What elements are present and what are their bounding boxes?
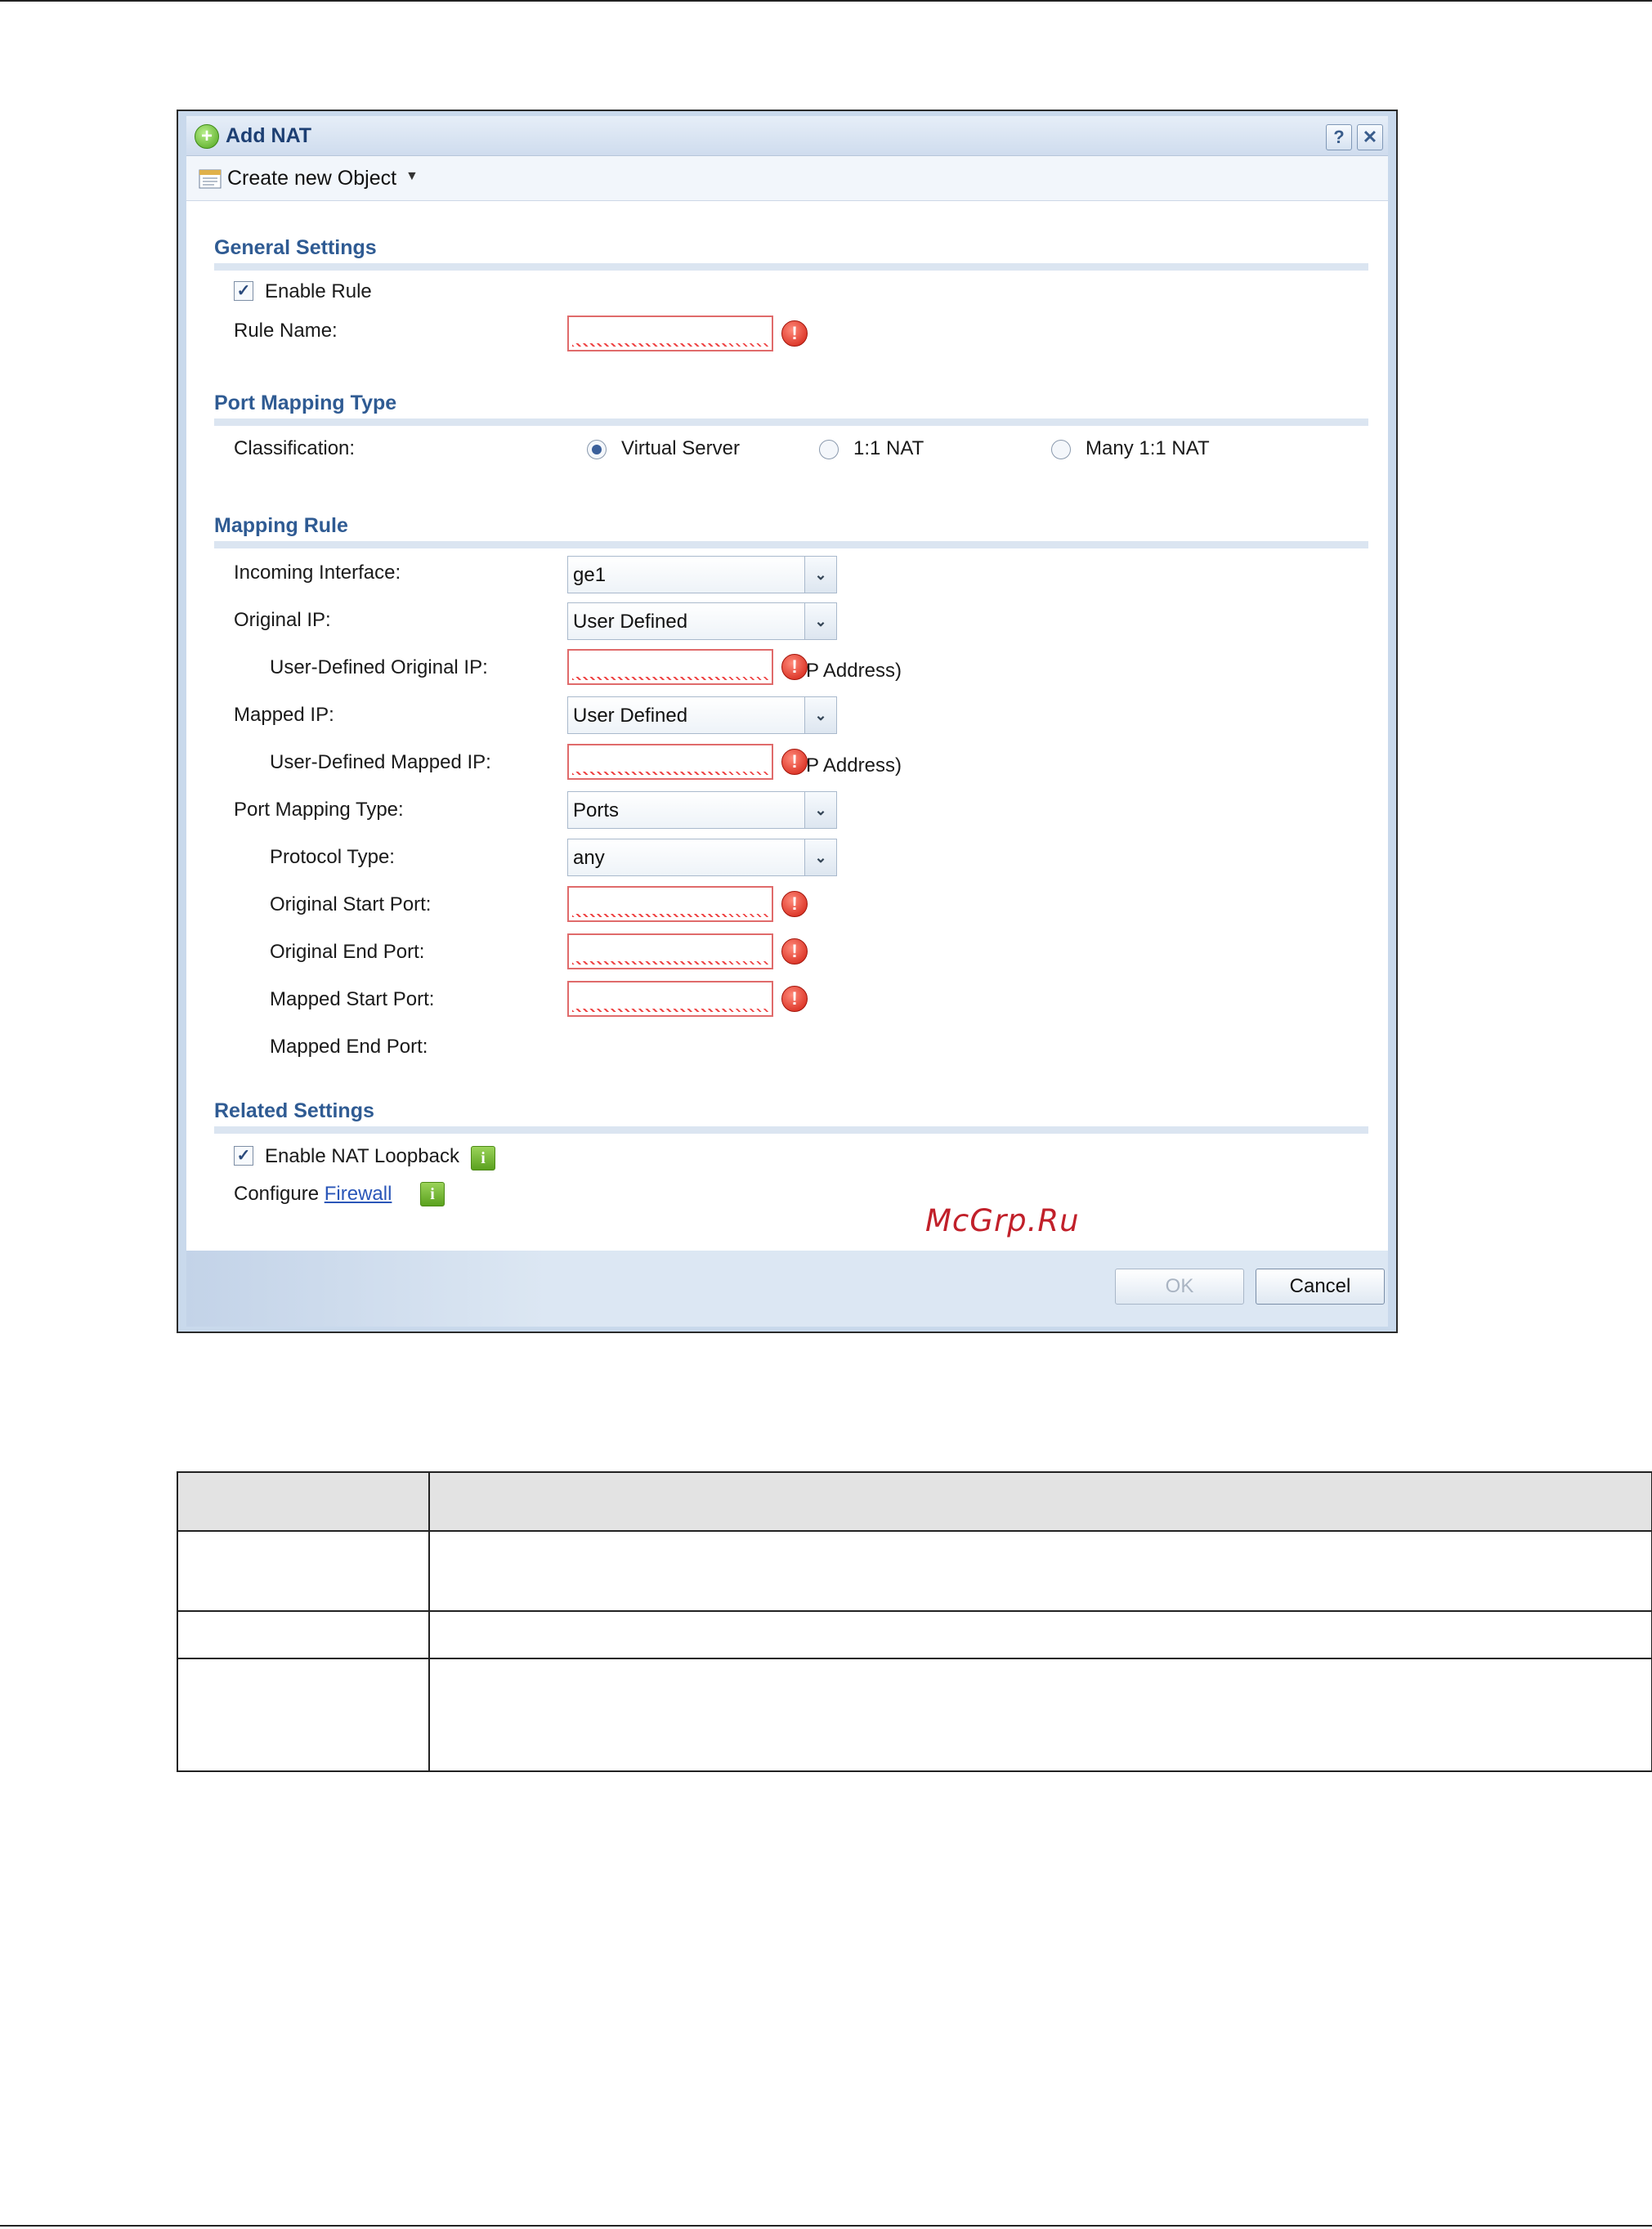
original-start-port-input[interactable] (567, 886, 773, 922)
incoming-interface-value: ge1 (573, 564, 607, 586)
rule-name-input[interactable] (567, 316, 773, 351)
table-cell (177, 1658, 430, 1772)
protocol-type-select[interactable]: any ⌄ (567, 839, 837, 876)
add-nat-dialog: + Add NAT ? ✕ Create new Object ▼ Genera… (177, 110, 1398, 1333)
incoming-interface-label: Incoming Interface: (234, 562, 401, 584)
radio-1-1-nat-label: 1:1 NAT (853, 437, 924, 459)
port-mapping-type-label: Port Mapping Type: (234, 799, 404, 821)
dialog-footer: OK Cancel (186, 1251, 1388, 1327)
chevron-down-icon[interactable]: ▼ (405, 169, 419, 184)
mapped-start-port-label: Mapped Start Port: (270, 988, 435, 1010)
original-ip-label: Original IP: (234, 609, 331, 631)
radio-1-1-nat[interactable] (819, 440, 839, 459)
dialog-titlebar: + Add NAT ? ✕ (186, 116, 1388, 156)
enable-nat-loopback-label: Enable NAT Loopback (265, 1145, 459, 1167)
section-divider (214, 418, 1368, 426)
original-end-port-input[interactable] (567, 933, 773, 969)
chevron-down-icon[interactable]: ⌄ (804, 792, 836, 828)
configure-label: Configure Firewall (234, 1182, 392, 1206)
description-table (177, 1471, 1652, 1772)
ok-button[interactable]: OK (1115, 1269, 1244, 1305)
watermark: McGrp.Ru (925, 1203, 1080, 1238)
help-icon[interactable]: ? (1326, 124, 1352, 150)
table-cell (428, 1658, 1652, 1772)
mapped-end-port-label: Mapped End Port: (270, 1036, 428, 1058)
chevron-down-icon[interactable]: ⌄ (804, 839, 836, 875)
user-defined-mapped-ip-label: User-Defined Mapped IP: (270, 751, 491, 773)
error-icon: ! (781, 654, 808, 680)
section-title-related: Related Settings (214, 1099, 374, 1122)
radio-virtual-server-label: Virtual Server (621, 437, 740, 459)
port-mapping-type-section: Port Mapping Type (214, 391, 1368, 426)
user-defined-original-ip-input[interactable] (567, 649, 773, 685)
chevron-down-icon[interactable]: ⌄ (804, 603, 836, 639)
original-ip-address-hint: P Address) (806, 660, 902, 682)
section-divider (214, 541, 1368, 548)
user-defined-original-ip-label: User-Defined Original IP: (270, 656, 488, 678)
info-icon[interactable]: i (420, 1182, 445, 1206)
close-icon[interactable]: ✕ (1357, 124, 1383, 150)
classification-label: Classification: (234, 437, 356, 459)
incoming-interface-select[interactable]: ge1 ⌄ (567, 556, 837, 593)
create-object-icon[interactable] (198, 167, 222, 190)
rule-name-label: Rule Name: (234, 320, 338, 342)
original-end-port-label: Original End Port: (270, 941, 425, 963)
chevron-down-icon[interactable]: ⌄ (804, 557, 836, 593)
port-mapping-type-select[interactable]: Ports ⌄ (567, 791, 837, 829)
table-row (177, 1610, 1652, 1659)
table-header-cell (177, 1471, 430, 1532)
related-settings-section: Related Settings (214, 1099, 1368, 1134)
table-cell (177, 1610, 430, 1659)
mapped-ip-select[interactable]: User Defined ⌄ (567, 696, 837, 734)
protocol-type-value: any (573, 847, 605, 869)
mapped-ip-address-hint: P Address) (806, 754, 902, 777)
port-mapping-type-value: Ports (573, 799, 620, 821)
add-icon: + (195, 124, 219, 149)
section-title-general: General Settings (214, 236, 377, 259)
protocol-type-label: Protocol Type: (270, 846, 395, 868)
error-icon: ! (781, 749, 808, 775)
table-header-row (177, 1471, 1652, 1532)
general-settings-section: General Settings (214, 235, 1368, 271)
radio-virtual-server[interactable] (587, 440, 607, 459)
mapped-ip-value: User Defined (573, 705, 688, 727)
section-title-port-mapping: Port Mapping Type (214, 392, 397, 414)
original-ip-value: User Defined (573, 611, 688, 633)
radio-many-1-1-nat[interactable] (1051, 440, 1071, 459)
dialog-content: General Settings ✓ Enable Rule Rule Name… (186, 201, 1388, 1251)
table-row (177, 1530, 1652, 1612)
cancel-button[interactable]: Cancel (1256, 1269, 1385, 1305)
configure-text: Configure (234, 1183, 320, 1205)
section-title-mapping-rule: Mapping Rule (214, 514, 348, 537)
error-icon: ! (781, 938, 808, 965)
table-cell (177, 1530, 430, 1612)
info-icon[interactable]: i (471, 1146, 495, 1170)
radio-many-1-1-nat-label: Many 1:1 NAT (1086, 437, 1210, 459)
user-defined-mapped-ip-input[interactable] (567, 744, 773, 780)
chevron-down-icon[interactable]: ⌄ (804, 697, 836, 733)
enable-rule-checkbox[interactable]: ✓ (234, 281, 253, 301)
bottom-rule-line (0, 2225, 1652, 2227)
dialog-title: Add NAT (226, 124, 312, 147)
mapped-ip-label: Mapped IP: (234, 704, 334, 726)
error-icon: ! (781, 891, 808, 917)
original-ip-select[interactable]: User Defined ⌄ (567, 602, 837, 640)
mapped-start-port-input[interactable] (567, 981, 773, 1017)
error-icon: ! (781, 320, 808, 347)
table-cell (428, 1530, 1652, 1612)
section-divider (214, 263, 1368, 271)
mapping-rule-section: Mapping Rule (214, 513, 1368, 548)
create-new-object-menu[interactable]: Create new Object (227, 166, 396, 190)
dialog-toolbar: Create new Object ▼ (186, 156, 1388, 201)
table-header-cell (428, 1471, 1652, 1532)
section-divider (214, 1126, 1368, 1134)
enable-nat-loopback-checkbox[interactable]: ✓ (234, 1146, 253, 1166)
error-icon: ! (781, 986, 808, 1012)
original-start-port-label: Original Start Port: (270, 893, 432, 915)
firewall-link[interactable]: Firewall (325, 1183, 392, 1205)
enable-rule-label: Enable Rule (265, 280, 372, 302)
table-row (177, 1658, 1652, 1772)
top-rule-line (0, 0, 1652, 2)
table-cell (428, 1610, 1652, 1659)
